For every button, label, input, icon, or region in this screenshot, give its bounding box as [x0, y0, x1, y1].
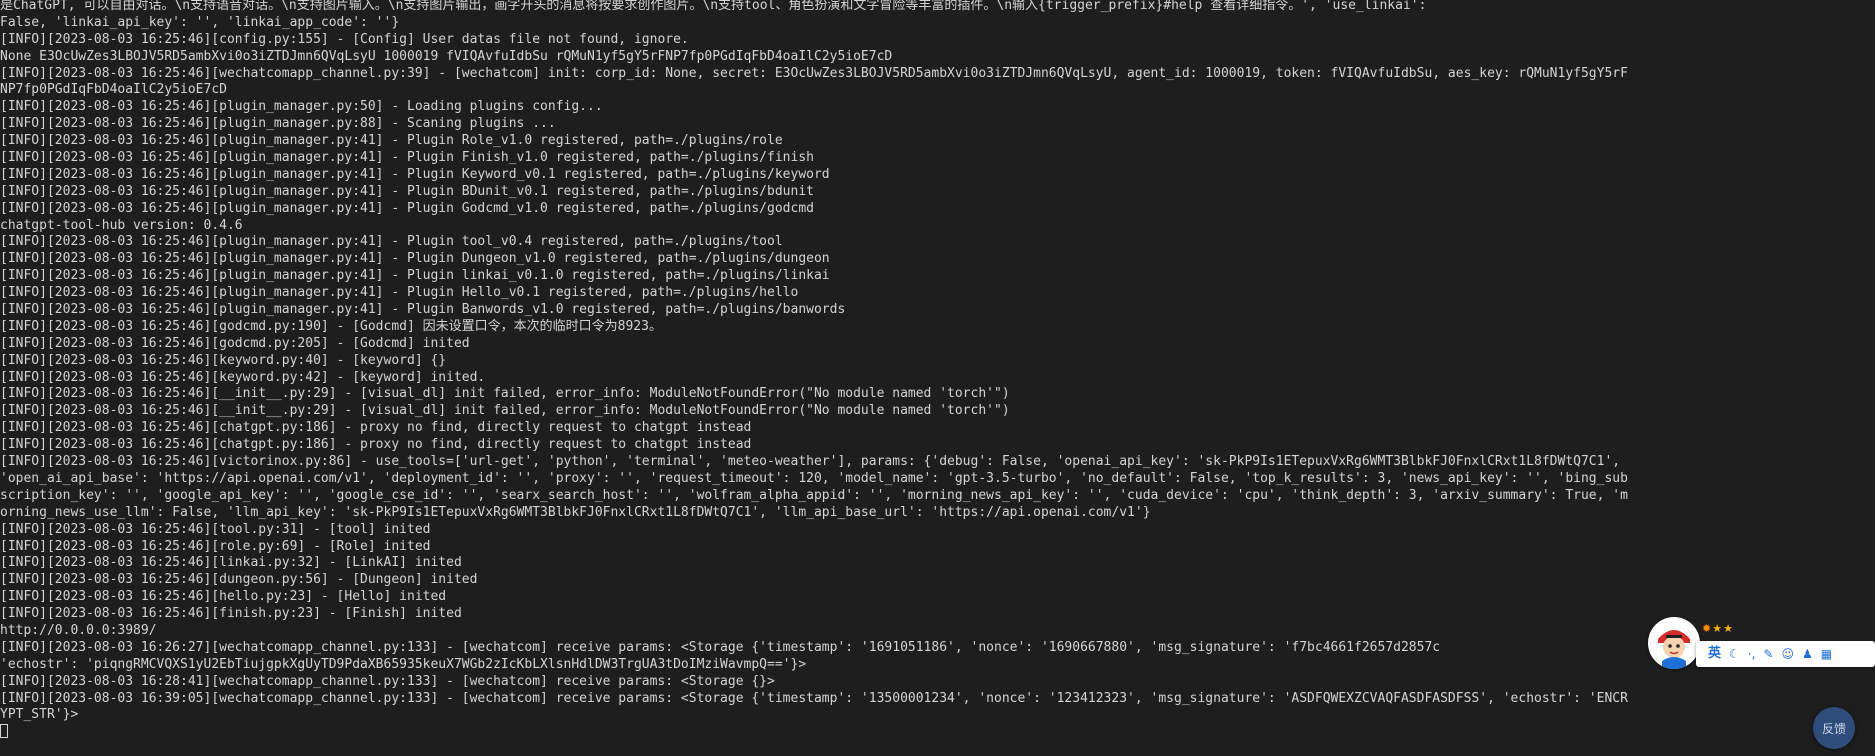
terminal-line: 是ChatGPT, 可以自由对话。\n支持语音对话。\n支持图片输入。\n支持图…: [0, 0, 1427, 13]
terminal-line: [INFO][2023-08-03 16:25:46][wechatcomapp…: [0, 65, 1628, 81]
feedback-button[interactable]: 反馈: [1813, 707, 1855, 749]
terminal-line: NP7fp0PGdIqFbD4oaIlC2y5ioE7cD: [0, 82, 227, 98]
terminal-output: 是ChatGPT, 可以自由对话。\n支持语音对话。\n支持图片输入。\n支持图…: [0, 0, 1628, 741]
terminal-line: False, 'linkai_api_key': '', 'linkai_app…: [0, 14, 400, 30]
terminal-line: YPT_STR'}>: [0, 707, 79, 723]
text-cursor: [0, 724, 8, 739]
level-stars-icon: ✹★★: [1702, 622, 1734, 635]
terminal-line: [INFO][2023-08-03 16:25:46][config.py:15…: [0, 31, 689, 47]
emoji-icon[interactable]: ☺: [1781, 641, 1794, 667]
terminal-line: chatgpt-tool-hub version: 0.4.6: [0, 217, 243, 233]
terminal-line: [INFO][2023-08-03 16:25:46][plugin_manag…: [0, 251, 830, 267]
terminal-line: [INFO][2023-08-03 16:25:46][keyword.py:4…: [0, 352, 447, 368]
terminal-line: [INFO][2023-08-03 16:25:46][linkai.py:32…: [0, 555, 462, 571]
terminal-line: None E3OcUwZes3LBOJV5RD5ambXvi0o3iZTDJmn…: [0, 48, 893, 64]
terminal-line: http://0.0.0.0:3989/: [0, 622, 157, 638]
terminal-line: [INFO][2023-08-03 16:25:46][dungeon.py:5…: [0, 572, 478, 588]
terminal-line: [INFO][2023-08-03 16:25:46][godcmd.py:19…: [0, 318, 662, 334]
terminal-line: [INFO][2023-08-03 16:25:46][plugin_manag…: [0, 268, 830, 284]
terminal-line: [INFO][2023-08-03 16:25:46][plugin_manag…: [0, 133, 783, 149]
ime-bar: 英 ☾ ·, ✎ ☺ ♟ ▦: [1696, 641, 1875, 667]
terminal-line: [INFO][2023-08-03 16:25:46][plugin_manag…: [0, 99, 603, 115]
terminal-line: scription_key': '', 'google_api_key': ''…: [0, 487, 1628, 503]
ime-language-toggle[interactable]: 英: [1708, 641, 1721, 667]
mascot-avatar-icon[interactable]: [1648, 617, 1700, 669]
terminal-line: [INFO][2023-08-03 16:25:46][plugin_manag…: [0, 200, 814, 216]
terminal-prompt[interactable]: [0, 724, 1628, 741]
terminal-line: [INFO][2023-08-03 16:25:46][chatgpt.py:1…: [0, 437, 752, 453]
terminal-line: [INFO][2023-08-03 16:25:46][plugin_manag…: [0, 116, 556, 132]
terminal-line: [INFO][2023-08-03 16:25:46][plugin_manag…: [0, 285, 799, 301]
terminal-line: [INFO][2023-08-03 16:25:46][plugin_manag…: [0, 234, 783, 250]
terminal-line: [INFO][2023-08-03 16:25:46][__init__.py:…: [0, 386, 1010, 402]
terminal-line: 'open_ai_api_base': 'https://api.openai.…: [0, 470, 1628, 486]
terminal-window[interactable]: 是ChatGPT, 可以自由对话。\n支持语音对话。\n支持图片输入。\n支持图…: [0, 0, 1875, 756]
terminal-line: [INFO][2023-08-03 16:25:46][godcmd.py:20…: [0, 335, 470, 351]
terminal-line: [INFO][2023-08-03 16:28:41][wechatcomapp…: [0, 673, 775, 689]
terminal-line: [INFO][2023-08-03 16:25:46][plugin_manag…: [0, 166, 830, 182]
punctuation-icon[interactable]: ·,: [1748, 641, 1756, 667]
terminal-line: [INFO][2023-08-03 16:25:46][plugin_manag…: [0, 150, 814, 166]
wrench-icon[interactable]: ✎: [1763, 641, 1773, 667]
moon-icon[interactable]: ☾: [1729, 641, 1740, 667]
terminal-line: [INFO][2023-08-03 16:25:46][hello.py:23]…: [0, 589, 447, 605]
terminal-line: orning_news_use_llm': False, 'llm_api_ke…: [0, 504, 1151, 520]
terminal-line: [INFO][2023-08-03 16:26:27][wechatcomapp…: [0, 639, 1441, 655]
terminal-line: [INFO][2023-08-03 16:25:46][keyword.py:4…: [0, 369, 486, 385]
terminal-line: [INFO][2023-08-03 16:25:46][chatgpt.py:1…: [0, 420, 752, 436]
terminal-line: 'echostr': 'piqngRMCVQXS1yU2EbTiujgpkXgU…: [0, 656, 807, 672]
terminal-line: [INFO][2023-08-03 16:39:05][wechatcomapp…: [0, 690, 1628, 706]
terminal-line: [INFO][2023-08-03 16:25:46][role.py:69] …: [0, 538, 431, 554]
ime-toolbar[interactable]: ✹★★ 英 ☾ ·, ✎ ☺ ♟ ▦: [1648, 616, 1875, 670]
terminal-line: [INFO][2023-08-03 16:25:46][plugin_manag…: [0, 302, 846, 318]
terminal-line: [INFO][2023-08-03 16:25:46][finish.py:23…: [0, 606, 462, 622]
terminal-line: [INFO][2023-08-03 16:25:46][tool.py:31] …: [0, 521, 431, 537]
terminal-line: [INFO][2023-08-03 16:25:46][__init__.py:…: [0, 403, 1010, 419]
toolbox-icon[interactable]: ▦: [1821, 641, 1832, 667]
skin-icon[interactable]: ♟: [1802, 641, 1813, 667]
terminal-line: [INFO][2023-08-03 16:25:46][victorinox.p…: [0, 454, 1621, 470]
terminal-line: [INFO][2023-08-03 16:25:46][plugin_manag…: [0, 183, 814, 199]
